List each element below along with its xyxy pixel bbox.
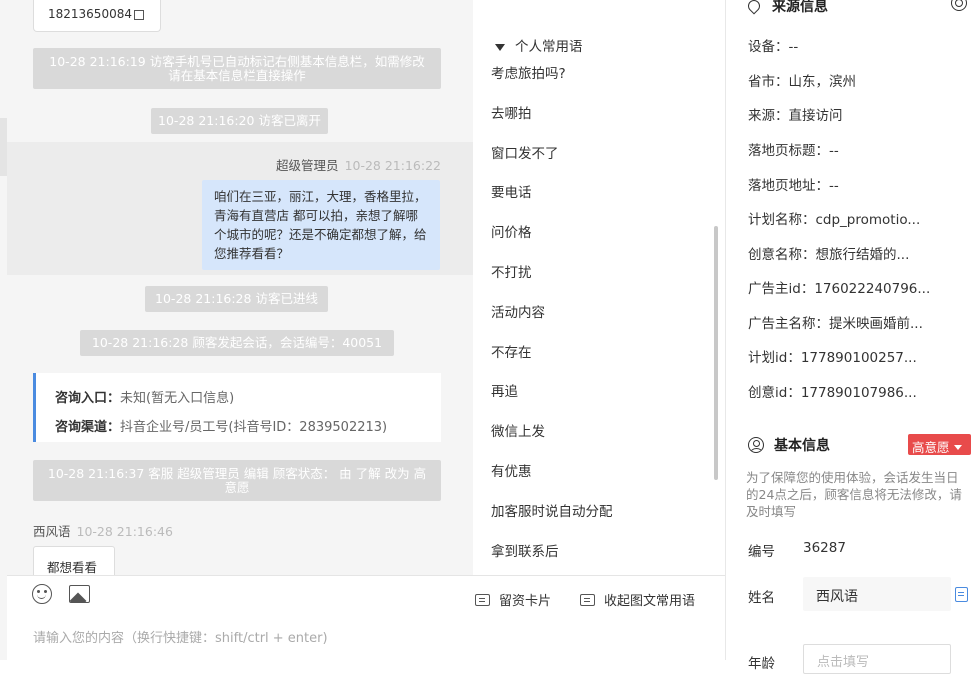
system-message: 10-28 21:16:19 访客手机号已自动标记右侧基本信息栏，如需修改请在基…	[33, 48, 441, 89]
phone-number: 18213650084	[48, 7, 132, 21]
source-row: 落地页标题：--	[748, 143, 839, 159]
compose-area[interactable]: 留资卡片 收起图文常用语 请输入您的内容（换行快捷键：shift/ctrl + …	[7, 575, 725, 660]
system-message: 10-28 21:16:20 访客已离开	[151, 108, 328, 134]
basic-info-title: 基本信息	[748, 435, 830, 455]
entry-label: 咨询入口：	[55, 391, 121, 406]
agent-message-bubble: 咱们在三亚，丽江，大理，香格里拉，青海有直营店 都可以拍，亲想了解哪个城市的呢？…	[202, 180, 440, 270]
phrase-item[interactable]: 微信上发	[491, 420, 545, 440]
channel-value: 抖音企业号/员工号(抖音号ID：2839502213)	[120, 420, 388, 435]
source-row: 广告主id：176022240796...	[748, 281, 931, 297]
phrase-item[interactable]: 拿到联系后	[491, 540, 559, 560]
status-badge[interactable]: 高意愿	[908, 434, 971, 455]
phrase-item[interactable]: 要电话	[491, 181, 532, 201]
phrase-item[interactable]: 不存在	[491, 341, 532, 361]
phrase-item[interactable]: 窗口发不了	[491, 142, 559, 162]
phrase-item[interactable]: 加客服时说自动分配	[491, 500, 613, 520]
source-row: 来源：直接访问	[748, 108, 843, 124]
left-strip-mark	[0, 118, 7, 176]
source-info-title: 来源信息	[745, 0, 828, 16]
caret-down-icon	[495, 43, 505, 51]
image-icon[interactable]	[69, 585, 90, 603]
agent-name: 超级管理员 10-28 21:16:22	[276, 158, 441, 173]
card-icon	[475, 594, 490, 606]
system-message: 10-28 21:16:37 客服 超级管理员 编辑 顾客状态： 由 了解 改为…	[33, 460, 441, 501]
id-value: 36287	[803, 540, 846, 556]
phrase-item[interactable]: 考虑旅拍吗?	[491, 62, 566, 82]
location-pin-icon	[745, 0, 763, 15]
system-message: 10-28 21:16:28 访客已进线	[145, 286, 328, 312]
source-row: 创意名称：想旅行结婚的...	[748, 247, 910, 263]
entry-value: 未知(暂无入口信息)	[120, 391, 235, 406]
customer-time: 10-28 21:16:46	[76, 524, 173, 539]
customer-message-bubble: 都想看看	[33, 546, 115, 575]
name-field[interactable]: 西风语	[803, 577, 951, 611]
customer-info-panel: 来源信息 设备：-- 省市：山东，滨州 来源：直接访问 落地页标题：-- 落地页…	[726, 0, 974, 674]
source-row: 设备：--	[748, 39, 799, 55]
source-row: 计划id：177890100257...	[748, 350, 917, 366]
source-row: 计划名称：cdp_promotio...	[748, 212, 921, 228]
channel-label: 咨询渠道：	[55, 420, 121, 435]
age-field[interactable]: 点击填写	[803, 644, 951, 674]
source-row: 创意id：177890107986...	[748, 385, 917, 401]
copy-document-icon[interactable]	[955, 587, 968, 602]
lead-card-button[interactable]: 留资卡片	[475, 590, 551, 609]
phone-card[interactable]: 18213650084	[33, 0, 161, 32]
phrase-item[interactable]: 有优惠	[491, 460, 532, 480]
chat-area[interactable]: 18213650084 10-28 21:16:19 访客手机号已自动标记右侧基…	[7, 0, 473, 575]
phrase-item[interactable]: 问价格	[491, 221, 532, 241]
dropdown-icon	[953, 445, 962, 450]
emoji-icon[interactable]	[32, 584, 52, 604]
phrases-header[interactable]: 个人常用语	[495, 35, 583, 55]
phrase-item[interactable]: 不打扰	[491, 261, 532, 281]
source-row: 省市：山东，滨州	[748, 74, 856, 90]
phrase-item[interactable]: 再追	[491, 380, 518, 400]
left-strip	[0, 0, 7, 660]
user-icon	[748, 437, 764, 453]
agent-time: 10-28 21:16:22	[344, 158, 441, 173]
source-row: 广告主名称：提米映画婚前...	[748, 316, 923, 332]
message-icon	[580, 594, 595, 606]
copy-icon[interactable]	[133, 9, 144, 20]
name-label: 姓名	[748, 590, 775, 606]
source-row: 落地页地址：--	[748, 178, 839, 194]
system-message: 10-28 21:16:28 顾客发起会话，会话编号：40051	[80, 330, 394, 356]
id-label: 编号	[748, 544, 775, 560]
phrases-scrollbar[interactable]	[714, 226, 718, 480]
edit-notice: 为了保障您的使用体验，会话发生当日的24点之后，顾客信息将无法修改，请及时填写	[746, 470, 962, 519]
phrases-panel[interactable]: 个人常用语 考虑旅拍吗? 去哪拍 窗口发不了 要电话 问价格 不打扰 活动内容 …	[473, 0, 725, 575]
settings-icon[interactable]	[951, 0, 967, 11]
phrase-item[interactable]: 活动内容	[491, 301, 545, 321]
age-label: 年龄	[748, 656, 775, 672]
consult-entry-card: 咨询入口：未知(暂无入口信息) 咨询渠道：抖音企业号/员工号(抖音号ID：283…	[33, 373, 441, 442]
customer-name: 西风语 10-28 21:16:46	[33, 524, 173, 539]
phrase-item[interactable]: 去哪拍	[491, 102, 532, 122]
message-input[interactable]: 请输入您的内容（换行快捷键：shift/ctrl + enter)	[33, 627, 328, 646]
collapse-phrases-button[interactable]: 收起图文常用语	[580, 590, 695, 609]
